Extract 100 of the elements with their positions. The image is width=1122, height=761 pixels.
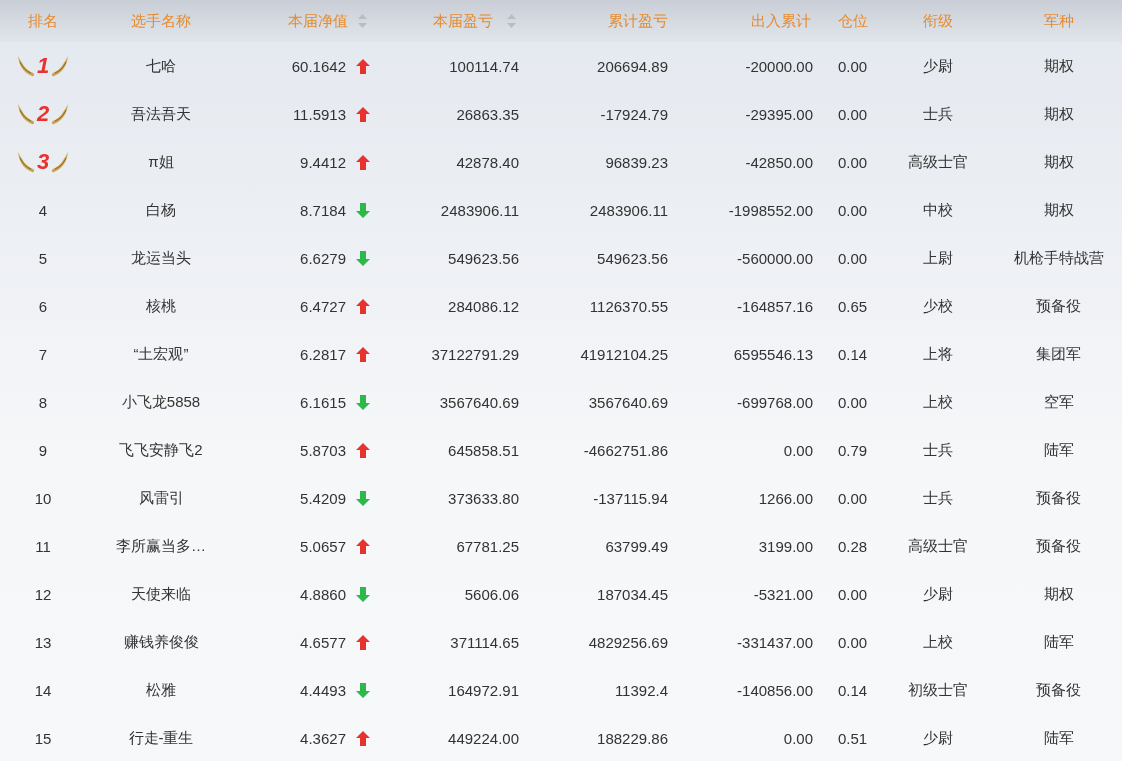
profit-value: 42878.40 [456, 153, 519, 171]
branch-label: 期权 [1043, 584, 1074, 604]
grade-label: 士兵 [922, 440, 953, 460]
column-header[interactable]: 本届盈亏 [433, 11, 493, 31]
profit-value: 26863.35 [456, 105, 519, 123]
branch-label: 机枪手特战营 [1013, 248, 1104, 268]
net-value: 4.6577 [300, 633, 346, 651]
flow-value: -140856.00 [737, 681, 813, 699]
position-value: 0.28 [837, 537, 868, 555]
rank-number: 9 [38, 441, 48, 459]
grade-label: 少校 [922, 296, 953, 316]
grade-label: 上校 [922, 632, 953, 652]
grade-label: 少尉 [922, 584, 953, 604]
player-name: 赚钱养俊俊 [123, 632, 199, 652]
position-value: 0.00 [837, 633, 868, 651]
rank-number: 1 [36, 53, 50, 79]
grade-label: 士兵 [922, 488, 953, 508]
flow-value: -699768.00 [737, 393, 813, 411]
flow-value: 0.00 [783, 729, 813, 747]
profit-value: 284086.12 [448, 297, 519, 315]
wing-icon [15, 102, 36, 126]
rank-number: 10 [34, 489, 52, 507]
net-value: 6.6279 [300, 249, 346, 267]
position-value: 0.00 [837, 249, 868, 267]
rank-number: 4 [38, 201, 48, 219]
position-value: 0.00 [837, 489, 868, 507]
grade-label: 士兵 [922, 104, 953, 124]
rank-number: 11 [35, 537, 51, 555]
position-value: 0.65 [837, 297, 868, 315]
profit-value: 449224.00 [448, 729, 519, 747]
grade-label: 上校 [922, 392, 953, 412]
branch-label: 预备役 [1036, 296, 1081, 316]
wing-icon [15, 150, 36, 174]
branch-label: 陆军 [1043, 632, 1074, 652]
rank-number: 6 [38, 297, 48, 315]
net-value: 5.0657 [300, 537, 346, 555]
flow-value: -42850.00 [745, 153, 813, 171]
net-value: 60.1642 [291, 57, 346, 75]
player-name: 飞飞安静飞2 [119, 440, 203, 460]
position-value: 0.79 [837, 441, 868, 459]
sort-icon[interactable] [358, 14, 367, 28]
profit-value: 373633.80 [448, 489, 519, 507]
total-profit-value: -4662751.86 [583, 441, 668, 459]
column-header: 衔级 [922, 11, 953, 31]
profit-value: 67781.25 [456, 537, 519, 555]
branch-label: 期权 [1043, 56, 1074, 76]
column-header: 出入累计 [751, 11, 811, 31]
net-value: 6.2817 [300, 345, 346, 363]
branch-label: 集团军 [1036, 344, 1081, 364]
branch-label: 期权 [1043, 152, 1074, 172]
net-value: 4.4493 [300, 681, 346, 699]
player-name: 行走-重生 [128, 728, 194, 748]
column-header[interactable]: 本届净值 [288, 11, 348, 31]
flow-value: -331437.00 [737, 633, 813, 651]
branch-label: 陆军 [1043, 440, 1074, 460]
grade-label: 上将 [922, 344, 953, 364]
position-value: 0.00 [837, 105, 868, 123]
position-value: 0.00 [837, 201, 868, 219]
player-name: 天使来临 [131, 584, 191, 604]
net-value: 11.5913 [292, 105, 346, 123]
net-value: 6.4727 [300, 297, 346, 315]
column-header: 选手名称 [131, 11, 191, 31]
position-value: 0.14 [837, 681, 868, 699]
total-profit-value: -17924.79 [600, 105, 668, 123]
wing-icon [50, 102, 71, 126]
player-name: 小飞龙5858 [121, 392, 201, 412]
net-value: 9.4412 [300, 153, 346, 171]
profit-value: 3567640.69 [439, 393, 519, 411]
rank-number: 5 [38, 249, 48, 267]
flow-value: -5321.00 [753, 585, 813, 603]
position-value: 0.00 [837, 153, 868, 171]
player-name: 核桃 [146, 296, 176, 316]
total-profit-value: 96839.23 [605, 153, 668, 171]
player-name: 白杨 [146, 200, 176, 220]
total-profit-value: 187034.45 [597, 585, 668, 603]
flow-value: -164857.16 [737, 297, 813, 315]
profit-value: 164972.91 [448, 681, 519, 699]
total-profit-value: 2483906.11 [589, 201, 668, 219]
flow-value: -29395.00 [745, 105, 813, 123]
net-value: 6.1615 [300, 393, 346, 411]
wing-icon [50, 150, 71, 174]
rank-number: 2 [36, 101, 50, 127]
total-profit-value: 11392.4 [614, 681, 668, 699]
profit-value: 100114.74 [449, 57, 519, 75]
position-value: 0.00 [837, 393, 868, 411]
player-name: 松雅 [146, 680, 176, 700]
flow-value: -20000.00 [745, 57, 813, 75]
net-value: 8.7184 [300, 201, 346, 219]
grade-label: 上尉 [922, 248, 953, 268]
flow-value: 1266.00 [758, 489, 813, 507]
net-value: 4.8860 [300, 585, 346, 603]
rank-number: 13 [34, 633, 52, 651]
sort-icon[interactable] [507, 14, 516, 28]
grade-label: 高级士官 [907, 536, 968, 556]
flow-value: -1998552.00 [728, 201, 813, 219]
branch-label: 期权 [1043, 200, 1074, 220]
flow-value: -560000.00 [737, 249, 813, 267]
position-value: 0.51 [837, 729, 868, 747]
rank-number: 15 [34, 729, 52, 747]
wing-icon [15, 54, 36, 78]
